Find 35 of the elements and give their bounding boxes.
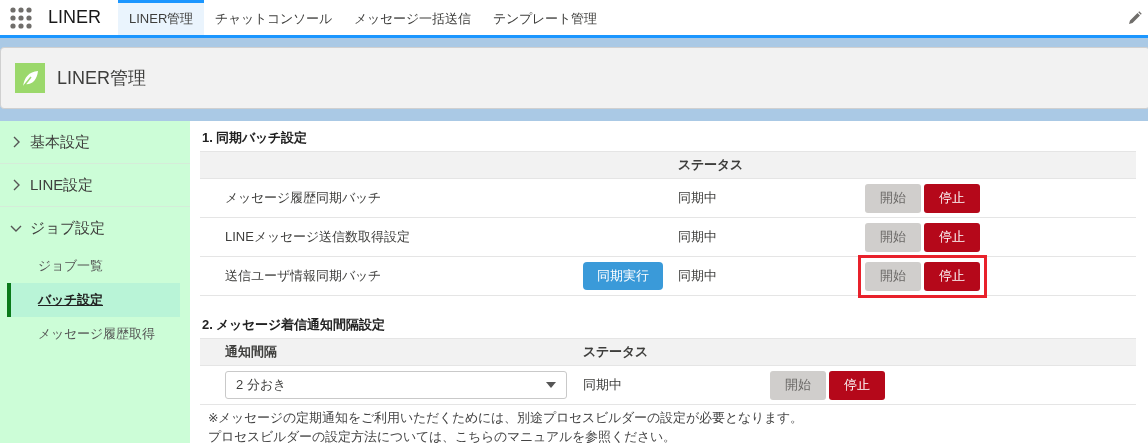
stop-button[interactable]: 停止 [829, 370, 885, 400]
nav-tab[interactable]: テンプレート管理 [482, 0, 609, 35]
page-title: LINER管理 [57, 67, 146, 90]
interval-select[interactable]: 2 分おき [225, 371, 567, 399]
stop-button[interactable]: 停止 [924, 222, 980, 252]
status-text: 同期中 [678, 189, 717, 207]
column-header: ステータス [583, 343, 649, 361]
app-launcher-icon[interactable] [10, 6, 32, 29]
sidebar-group[interactable]: ジョブ設定 [0, 207, 190, 249]
stop-button[interactable]: 停止 [924, 261, 980, 291]
nav-tab[interactable]: チャットコンソール [204, 0, 344, 35]
batch-name: 送信ユーザ情報同期バッチ [225, 267, 381, 285]
caret-down-icon [546, 382, 556, 388]
sidebar-group[interactable]: LINE設定 [0, 164, 190, 207]
column-header: 通知間隔 [224, 343, 278, 361]
nav-tab[interactable]: LINER管理 [118, 0, 205, 35]
note-text: プロセスビルダーの設定方法については、こちらのマニュアルを参照ください。 [208, 429, 677, 443]
section-title: 2. メッセージ着信通知間隔設定 [202, 316, 387, 334]
column-header: ステータス [678, 156, 744, 174]
sidebar-item[interactable]: メッセージ履歴取得 [0, 317, 180, 351]
status-text: 同期中 [678, 267, 717, 285]
batch-name: LINEメッセージ送信数取得設定 [225, 228, 410, 246]
status-text: 同期中 [583, 376, 622, 394]
sidebar-group[interactable]: 基本設定 [0, 121, 190, 164]
note-text: ※メッセージの定期通知をご利用いただくためには、別途プロセスビルダーの設定が必要となります。 [208, 410, 805, 427]
sidebar-item[interactable]: バッチ設定 [7, 283, 180, 317]
section-title: 1. 同期バッチ設定 [202, 129, 309, 147]
pencil-icon[interactable] [1128, 10, 1142, 25]
nav-tab[interactable]: メッセージ一括送信 [343, 0, 483, 35]
app-name: LINER [48, 7, 101, 28]
sidebar-item[interactable]: ジョブ一覧 [0, 249, 180, 283]
stop-button[interactable]: 停止 [924, 183, 980, 213]
status-text: 同期中 [678, 228, 717, 246]
batch-name: メッセージ履歴同期バッチ [225, 189, 381, 207]
leaf-icon [15, 63, 45, 93]
